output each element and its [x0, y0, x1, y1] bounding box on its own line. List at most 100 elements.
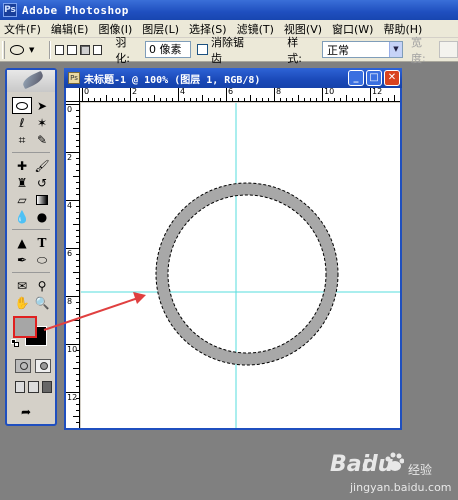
menu-layer[interactable]: 图层(L) [137, 21, 184, 37]
ruler-v-tick [76, 194, 79, 195]
dodge-tool[interactable]: ● [32, 208, 52, 225]
type-tool[interactable]: T [32, 234, 52, 251]
ruler-origin[interactable] [66, 88, 80, 102]
ruler-h-tick [88, 98, 89, 101]
eyedropper-icon: ⚲ [37, 278, 47, 293]
lasso-tool[interactable]: ℓ [12, 114, 32, 131]
move-tool[interactable]: ➤ [32, 97, 52, 114]
pen-tool[interactable]: ✒ [12, 251, 32, 268]
ruler-v-tick [76, 380, 79, 381]
zoom-tool[interactable]: 🔍 [32, 294, 52, 311]
type-icon: T [37, 235, 47, 250]
ruler-h-tick [322, 88, 323, 101]
feather-input[interactable]: 0 像素 [145, 41, 192, 58]
ruler-v-label: 6 [67, 249, 73, 258]
ruler-v-tick [76, 134, 79, 135]
ruler-h-tick [358, 98, 359, 101]
hand-icon: ✋ [14, 295, 30, 310]
close-button[interactable]: ✕ [384, 70, 400, 86]
chevron-down-icon: ▼ [28, 45, 35, 54]
ruler-v-tick [76, 266, 79, 267]
toolbox-header[interactable] [7, 70, 55, 92]
style-select[interactable]: 正常 ▼ [322, 41, 403, 58]
quick-mask-button[interactable] [35, 359, 51, 373]
ruler-h-tick [352, 98, 353, 101]
foreground-color-swatch[interactable] [13, 316, 37, 338]
document-titlebar[interactable]: Ps 未标题-1 @ 100% (图层 1, RGB/8) _ □ ✕ [64, 68, 402, 88]
ruler-h-tick [394, 95, 395, 101]
standard-mode-button[interactable] [15, 359, 31, 373]
width-input[interactable] [438, 41, 458, 58]
maximize-button[interactable]: □ [366, 70, 382, 86]
feather-logo-icon [20, 70, 46, 90]
options-grip[interactable] [2, 40, 5, 59]
horizontal-ruler[interactable]: 0 2 4 6 8 10 12 [80, 88, 400, 102]
ruler-v-tick [73, 224, 79, 225]
elliptical-marquee-tool[interactable] [12, 97, 32, 114]
ruler-h-label: 4 [180, 88, 186, 96]
mode-circle-icon [20, 362, 28, 370]
ruler-h-tick [280, 98, 281, 101]
ruler-v-tick [76, 410, 79, 411]
eyedropper-tool[interactable]: ⚲ [32, 277, 52, 294]
intersect-selection-button[interactable] [92, 44, 103, 55]
default-colors-icon[interactable] [11, 339, 19, 347]
ruler-h-tick [388, 98, 389, 101]
canvas[interactable] [81, 103, 400, 428]
full-screen-menu-icon[interactable] [28, 381, 39, 393]
zoom-icon: 🔍 [34, 295, 50, 310]
chevron-down-icon[interactable]: ▼ [388, 42, 402, 57]
antialias-checkbox[interactable] [197, 44, 209, 55]
document-title: 未标题-1 @ 100% (图层 1, RGB/8) [84, 74, 261, 86]
notes-tool[interactable]: ✉ [12, 277, 32, 294]
crop-tool[interactable]: ⌗ [12, 131, 32, 148]
standard-screen-icon[interactable] [15, 381, 26, 393]
add-to-selection-button[interactable] [67, 44, 77, 55]
ruler-h-tick [244, 98, 245, 101]
vertical-ruler[interactable]: 0 2 4 6 8 10 12 [66, 102, 80, 428]
eraser-tool[interactable]: ▱ [12, 191, 32, 208]
new-selection-button[interactable] [54, 44, 65, 55]
crop-icon: ⌗ [18, 132, 26, 147]
ruler-v-tick [76, 122, 79, 123]
blur-tool[interactable]: 💧 [12, 208, 32, 225]
healing-brush-tool[interactable]: ✚ [12, 157, 32, 174]
slice-tool[interactable]: ✎ [32, 131, 52, 148]
ruler-h-tick [208, 98, 209, 101]
brush-tool[interactable]: 🖌 [32, 157, 52, 174]
menu-edit[interactable]: 编辑(E) [46, 21, 94, 37]
ruler-v-tick [76, 302, 79, 303]
ruler-v-tick [66, 152, 79, 153]
subtract-from-selection-button[interactable] [79, 44, 90, 55]
style-value: 正常 [327, 43, 350, 57]
ruler-h-label: 10 [324, 88, 335, 96]
ruler-v-tick [66, 200, 79, 201]
jump-to-imageready-button[interactable]: ➦ [15, 403, 37, 420]
lasso-icon: ℓ [19, 115, 25, 130]
menu-window[interactable]: 窗口(W) [327, 21, 378, 37]
ruler-h-tick [256, 98, 257, 101]
ruler-h-tick [304, 98, 305, 101]
feather-label: 羽化: [115, 35, 131, 65]
ruler-h-tick [178, 88, 179, 101]
hand-tool[interactable]: ✋ [12, 294, 32, 311]
ruler-h-tick [118, 98, 119, 101]
gradient-tool[interactable] [32, 191, 52, 208]
separator [48, 40, 51, 59]
clone-stamp-tool[interactable]: ♜ [12, 174, 32, 191]
tool-preset-picker[interactable]: ▼ [9, 41, 45, 59]
ruler-v-tick [66, 248, 79, 249]
ruler-v-tick [76, 290, 79, 291]
minimize-button[interactable]: _ [348, 70, 364, 86]
ruler-h-tick [298, 95, 299, 101]
path-selection-tool[interactable]: ▲ [12, 234, 32, 251]
history-brush-tool[interactable]: ↺ [32, 174, 52, 191]
shape-tool[interactable]: ⬭ [32, 251, 52, 268]
ruler-v-tick [73, 176, 79, 177]
ruler-h-tick [100, 98, 101, 101]
ruler-v-tick [76, 278, 79, 279]
dodge-icon: ● [36, 209, 48, 224]
menu-file[interactable]: 文件(F) [0, 21, 46, 37]
full-screen-icon[interactable] [41, 381, 52, 393]
magic-wand-tool[interactable]: ✶ [32, 114, 52, 131]
